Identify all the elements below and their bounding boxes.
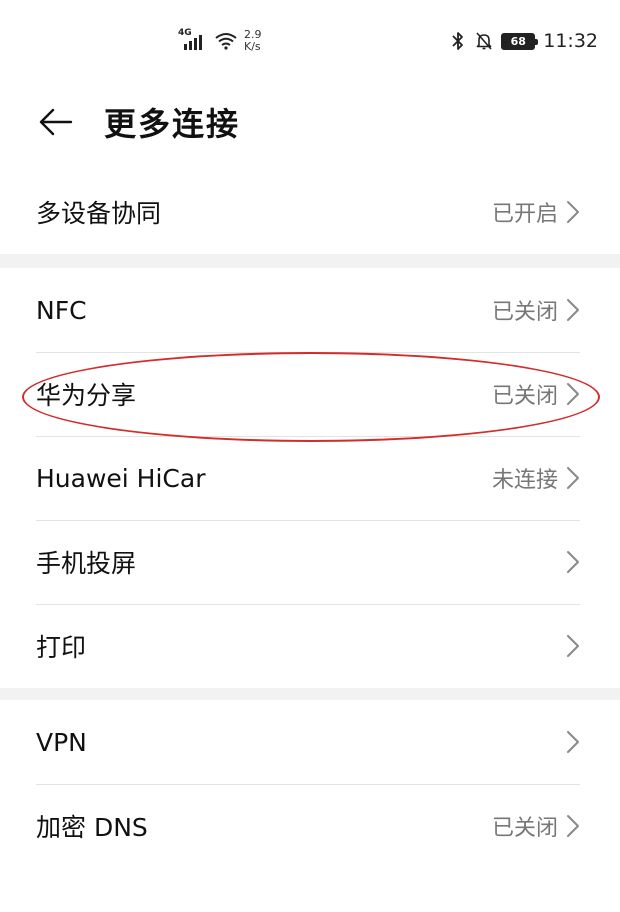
status-bar-right: 68 11:32 — [449, 28, 598, 54]
settings-group-1: 多设备协同 已开启 — [0, 170, 620, 254]
chevron-right-icon — [567, 815, 579, 837]
setting-row-multi-device-collaboration[interactable]: 多设备协同 已开启 — [0, 170, 620, 254]
page-header: 更多连接 — [0, 84, 620, 160]
bell-muted-icon — [476, 32, 492, 50]
network-speed-unit: K/s — [244, 40, 261, 53]
setting-status: 未连接 — [491, 468, 558, 493]
bluetooth-icon — [452, 32, 464, 50]
settings-group-2: NFC 已关闭 华为分享 已关闭 Huawei HiCar 未连接 手机投屏 打… — [0, 268, 620, 688]
setting-status: 已关闭 — [491, 300, 558, 325]
wifi-icon — [215, 33, 237, 50]
setting-row-print[interactable]: 打印 — [0, 604, 620, 688]
setting-label: 打印 — [36, 633, 87, 662]
setting-label: VPN — [36, 727, 87, 757]
setting-row-screen-projection[interactable]: 手机投屏 — [0, 520, 620, 604]
network-speed: 2.9 K/s — [244, 29, 262, 53]
setting-status: 已关闭 — [491, 816, 558, 841]
chevron-right-icon — [567, 383, 579, 405]
chevron-right-icon — [567, 467, 579, 489]
status-time: 11:32 — [543, 30, 598, 52]
setting-label: 华为分享 — [36, 381, 137, 410]
setting-label: 多设备协同 — [36, 199, 162, 228]
setting-row-huawei-hicar[interactable]: Huawei HiCar 未连接 — [0, 436, 620, 520]
setting-label: Huawei HiCar — [36, 463, 206, 493]
setting-row-vpn[interactable]: VPN — [0, 700, 620, 784]
section-divider — [0, 688, 620, 700]
chevron-right-icon — [567, 731, 579, 753]
back-button[interactable] — [36, 102, 76, 142]
setting-row-encrypted-dns[interactable]: 加密 DNS 已关闭 — [0, 784, 620, 868]
chevron-right-icon — [567, 299, 579, 321]
battery-level: 68 — [510, 34, 526, 48]
status-bar-left: 4G 2.9 K/s — [178, 26, 262, 56]
setting-status: 已开启 — [491, 202, 558, 227]
chevron-right-icon — [567, 201, 579, 223]
battery-icon: 68 — [501, 32, 539, 50]
phone-screen: 4G 2.9 K/s 68 11:32 更多连接 多设备协同 已开启 NFC 已… — [0, 0, 620, 912]
status-bar: 4G 2.9 K/s 68 11:32 — [0, 0, 620, 84]
chevron-right-icon — [567, 551, 579, 573]
setting-label: NFC — [36, 295, 87, 325]
arrow-left-icon — [39, 108, 73, 136]
setting-label: 手机投屏 — [36, 549, 137, 578]
chevron-right-icon — [567, 635, 579, 657]
settings-group-3: VPN 加密 DNS 已关闭 — [0, 700, 620, 868]
setting-row-nfc[interactable]: NFC 已关闭 — [0, 268, 620, 352]
cellular-signal-icon: 4G — [178, 28, 208, 52]
section-divider — [0, 254, 620, 268]
setting-row-huawei-share[interactable]: 华为分享 已关闭 — [0, 352, 620, 436]
page-title: 更多连接 — [104, 105, 241, 143]
setting-status: 已关闭 — [491, 384, 558, 409]
setting-label: 加密 DNS — [36, 813, 148, 842]
